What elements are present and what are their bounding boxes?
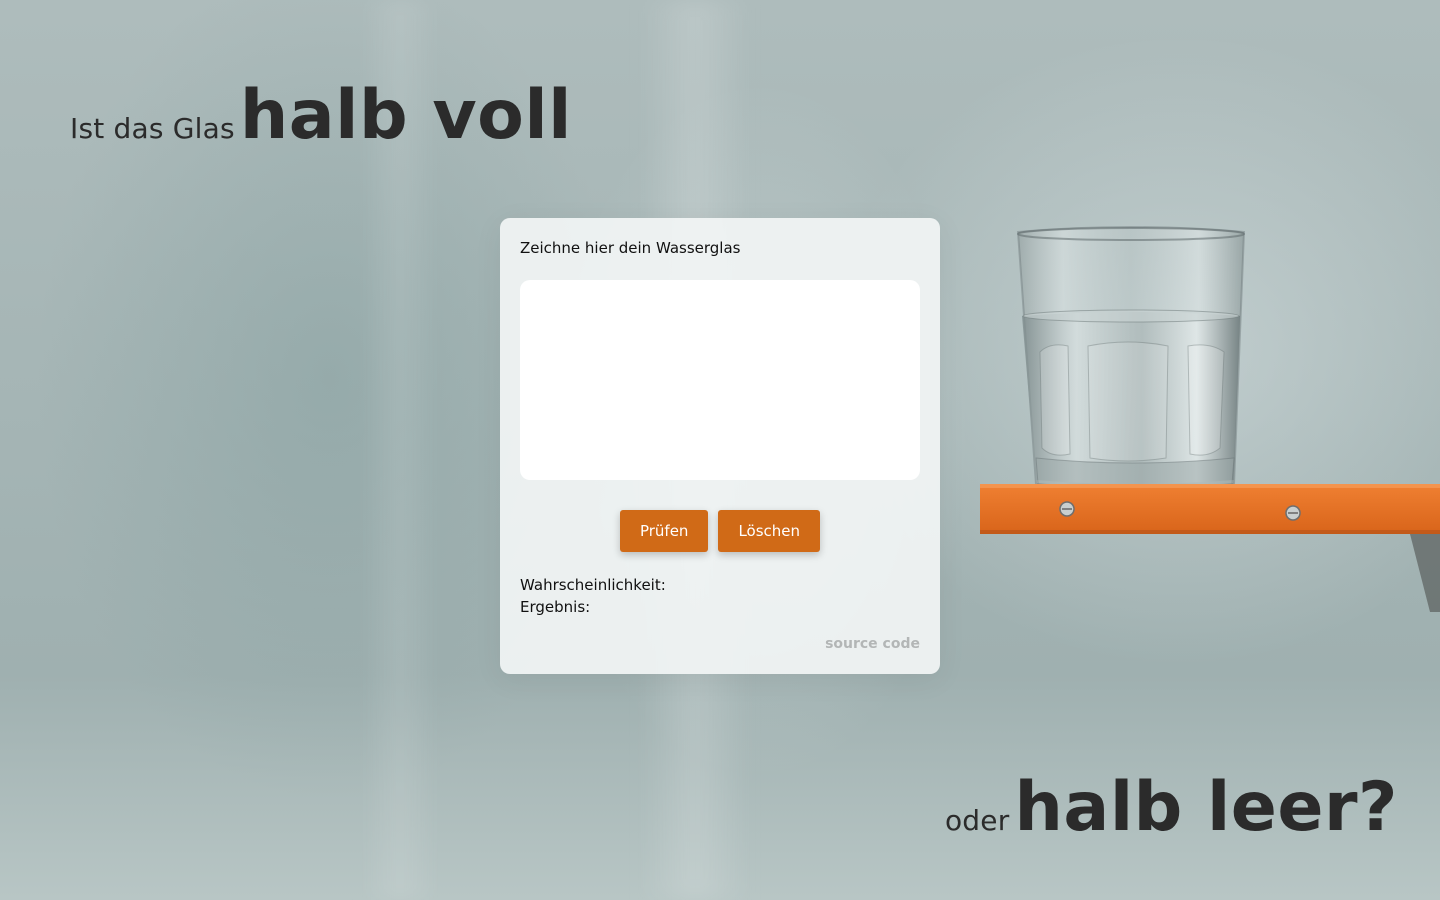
headline-bottom-big: halb leer? [1014,768,1398,847]
result-label: Ergebnis: [520,598,591,616]
button-row: Prüfen Löschen [520,510,920,552]
headline-bottom-small: oder [944,804,1010,837]
probability-label: Wahrscheinlichkeit: [520,576,666,594]
result-section: Wahrscheinlichkeit: Ergebnis: [520,574,920,618]
drawing-card: Zeichne hier dein Wasserglas Prüfen Lösc… [500,218,940,674]
headline-half-full: Ist das Glas halb voll [70,82,572,150]
headline-half-empty: oder halb leer? [945,774,1398,842]
source-code-link[interactable]: source code [825,636,920,652]
water-glass-on-shelf-icon [980,226,1440,612]
card-title: Zeichne hier dein Wasserglas [520,239,741,257]
drawing-canvas[interactable] [520,280,920,480]
clear-button[interactable]: Löschen [718,510,821,552]
headline-top-small: Ist das Glas [70,112,235,145]
headline-top-big: halb voll [239,76,572,155]
check-button[interactable]: Prüfen [619,510,709,552]
